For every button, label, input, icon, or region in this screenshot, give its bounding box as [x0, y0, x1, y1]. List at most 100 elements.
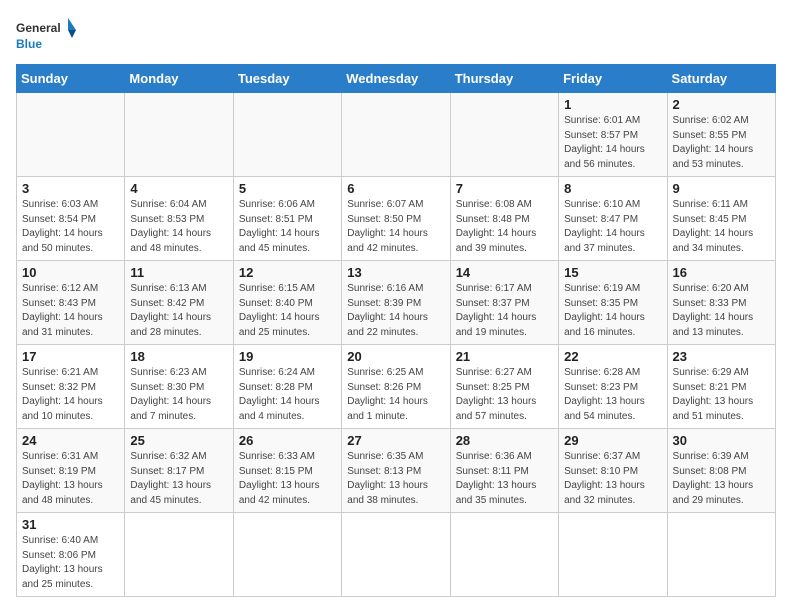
calendar-cell: 3 Sunrise: 6:03 AM Sunset: 8:54 PM Daylig…	[17, 177, 125, 261]
day-info: Sunrise: 6:15 AM Sunset: 8:40 PM Dayligh…	[239, 282, 336, 340]
calendar-cell	[233, 93, 341, 177]
day-info: Sunrise: 6:24 AM Sunset: 8:28 PM Dayligh…	[239, 366, 336, 424]
day-info: Sunrise: 6:35 AM Sunset: 8:13 PM Dayligh…	[347, 450, 444, 508]
calendar-cell: 6Sunrise: 6:07 AM Sunset: 8:50 PM Daylig…	[342, 177, 450, 261]
calendar-cell: 24 Sunrise: 6:31 AM Sunset: 8:19 PM Dayli…	[17, 429, 125, 513]
calendar-cell	[233, 513, 341, 597]
day-info: Sunrise: 6:11 AM Sunset: 8:45 PM Dayligh…	[673, 198, 770, 256]
day-number: 18	[130, 349, 227, 364]
week-row-0: 1 Sunrise: 6:01 AM Sunset: 8:57 PM Daylig…	[17, 93, 776, 177]
calendar-cell: 2 Sunrise: 6:02 AM Sunset: 8:55 PM Daylig…	[667, 93, 775, 177]
calendar-table: SundayMondayTuesdayWednesdayThursdayFrid…	[16, 64, 776, 597]
day-info: Sunrise: 6:12 AM Sunset: 8:43 PM Dayligh…	[22, 282, 119, 340]
day-info: Sunrise: 6:01 AM Sunset: 8:57 PM Dayligh…	[564, 114, 661, 172]
generalblue-logo: General Blue	[16, 16, 76, 56]
calendar-cell: 8 Sunrise: 6:10 AM Sunset: 8:47 PM Daylig…	[559, 177, 667, 261]
day-info: Sunrise: 6:27 AM Sunset: 8:25 PM Dayligh…	[456, 366, 553, 424]
week-row-3: 17Sunrise: 6:21 AM Sunset: 8:32 PM Dayli…	[17, 345, 776, 429]
calendar-cell: 12 Sunrise: 6:15 AM Sunset: 8:40 PM Dayli…	[233, 261, 341, 345]
day-info: Sunrise: 6:21 AM Sunset: 8:32 PM Dayligh…	[22, 366, 119, 424]
calendar-cell: 31 Sunrise: 6:40 AM Sunset: 8:06 PM Dayli…	[17, 513, 125, 597]
calendar-cell: 27 Sunrise: 6:35 AM Sunset: 8:13 PM Dayli…	[342, 429, 450, 513]
week-row-5: 31 Sunrise: 6:40 AM Sunset: 8:06 PM Dayli…	[17, 513, 776, 597]
weekday-header-row: SundayMondayTuesdayWednesdayThursdayFrid…	[17, 65, 776, 93]
day-number: 11	[130, 265, 227, 280]
calendar-cell: 21Sunrise: 6:27 AM Sunset: 8:25 PM Dayli…	[450, 345, 558, 429]
calendar-cell: 25 Sunrise: 6:32 AM Sunset: 8:17 PM Dayli…	[125, 429, 233, 513]
calendar-cell: 11 Sunrise: 6:13 AM Sunset: 8:42 PM Dayli…	[125, 261, 233, 345]
calendar-cell: 20Sunrise: 6:25 AM Sunset: 8:26 PM Dayli…	[342, 345, 450, 429]
day-number: 31	[22, 517, 119, 532]
calendar-cell	[450, 513, 558, 597]
day-info: Sunrise: 6:10 AM Sunset: 8:47 PM Dayligh…	[564, 198, 661, 256]
day-number: 14	[456, 265, 553, 280]
day-number: 10	[22, 265, 119, 280]
day-info: Sunrise: 6:29 AM Sunset: 8:21 PM Dayligh…	[673, 366, 770, 424]
day-info: Sunrise: 6:07 AM Sunset: 8:50 PM Dayligh…	[347, 198, 444, 256]
calendar-cell: 26 Sunrise: 6:33 AM Sunset: 8:15 PM Dayli…	[233, 429, 341, 513]
page-header: General Blue	[16, 16, 776, 56]
weekday-header-monday: Monday	[125, 65, 233, 93]
day-info: Sunrise: 6:16 AM Sunset: 8:39 PM Dayligh…	[347, 282, 444, 340]
calendar-cell: 30Sunrise: 6:39 AM Sunset: 8:08 PM Dayli…	[667, 429, 775, 513]
calendar-cell: 14 Sunrise: 6:17 AM Sunset: 8:37 PM Dayli…	[450, 261, 558, 345]
day-number: 30	[673, 433, 770, 448]
day-info: Sunrise: 6:13 AM Sunset: 8:42 PM Dayligh…	[130, 282, 227, 340]
day-number: 24	[22, 433, 119, 448]
calendar-cell	[450, 93, 558, 177]
day-number: 7	[456, 181, 553, 196]
day-number: 4	[130, 181, 227, 196]
day-number: 8	[564, 181, 661, 196]
calendar-cell	[125, 93, 233, 177]
calendar-cell: 7Sunrise: 6:08 AM Sunset: 8:48 PM Daylig…	[450, 177, 558, 261]
calendar-cell: 1 Sunrise: 6:01 AM Sunset: 8:57 PM Daylig…	[559, 93, 667, 177]
day-info: Sunrise: 6:19 AM Sunset: 8:35 PM Dayligh…	[564, 282, 661, 340]
weekday-header-sunday: Sunday	[17, 65, 125, 93]
calendar-cell: 18Sunrise: 6:23 AM Sunset: 8:30 PM Dayli…	[125, 345, 233, 429]
day-number: 19	[239, 349, 336, 364]
day-number: 9	[673, 181, 770, 196]
day-number: 28	[456, 433, 553, 448]
day-info: Sunrise: 6:37 AM Sunset: 8:10 PM Dayligh…	[564, 450, 661, 508]
logo: General Blue	[16, 16, 76, 56]
day-number: 25	[130, 433, 227, 448]
day-info: Sunrise: 6:32 AM Sunset: 8:17 PM Dayligh…	[130, 450, 227, 508]
day-info: Sunrise: 6:20 AM Sunset: 8:33 PM Dayligh…	[673, 282, 770, 340]
calendar-cell	[342, 93, 450, 177]
day-number: 29	[564, 433, 661, 448]
day-number: 26	[239, 433, 336, 448]
calendar-cell: 19 Sunrise: 6:24 AM Sunset: 8:28 PM Dayli…	[233, 345, 341, 429]
calendar-cell	[667, 513, 775, 597]
calendar-cell: 4 Sunrise: 6:04 AM Sunset: 8:53 PM Daylig…	[125, 177, 233, 261]
calendar-cell	[17, 93, 125, 177]
day-number: 13	[347, 265, 444, 280]
svg-text:Blue: Blue	[16, 37, 42, 51]
day-info: Sunrise: 6:02 AM Sunset: 8:55 PM Dayligh…	[673, 114, 770, 172]
calendar-cell: 9 Sunrise: 6:11 AM Sunset: 8:45 PM Daylig…	[667, 177, 775, 261]
weekday-header-wednesday: Wednesday	[342, 65, 450, 93]
calendar-cell: 29 Sunrise: 6:37 AM Sunset: 8:10 PM Dayli…	[559, 429, 667, 513]
day-info: Sunrise: 6:17 AM Sunset: 8:37 PM Dayligh…	[456, 282, 553, 340]
day-number: 3	[22, 181, 119, 196]
day-info: Sunrise: 6:31 AM Sunset: 8:19 PM Dayligh…	[22, 450, 119, 508]
calendar-cell: 5Sunrise: 6:06 AM Sunset: 8:51 PM Daylig…	[233, 177, 341, 261]
day-number: 5	[239, 181, 336, 196]
day-number: 1	[564, 97, 661, 112]
day-number: 2	[673, 97, 770, 112]
week-row-1: 3 Sunrise: 6:03 AM Sunset: 8:54 PM Daylig…	[17, 177, 776, 261]
week-row-4: 24 Sunrise: 6:31 AM Sunset: 8:19 PM Dayli…	[17, 429, 776, 513]
calendar-cell: 10 Sunrise: 6:12 AM Sunset: 8:43 PM Dayli…	[17, 261, 125, 345]
week-row-2: 10 Sunrise: 6:12 AM Sunset: 8:43 PM Dayli…	[17, 261, 776, 345]
calendar-cell: 17Sunrise: 6:21 AM Sunset: 8:32 PM Dayli…	[17, 345, 125, 429]
day-number: 15	[564, 265, 661, 280]
calendar-cell: 13 Sunrise: 6:16 AM Sunset: 8:39 PM Dayli…	[342, 261, 450, 345]
day-info: Sunrise: 6:33 AM Sunset: 8:15 PM Dayligh…	[239, 450, 336, 508]
day-info: Sunrise: 6:03 AM Sunset: 8:54 PM Dayligh…	[22, 198, 119, 256]
day-info: Sunrise: 6:40 AM Sunset: 8:06 PM Dayligh…	[22, 534, 119, 592]
day-number: 12	[239, 265, 336, 280]
day-info: Sunrise: 6:04 AM Sunset: 8:53 PM Dayligh…	[130, 198, 227, 256]
day-number: 23	[673, 349, 770, 364]
calendar-cell: 15 Sunrise: 6:19 AM Sunset: 8:35 PM Dayli…	[559, 261, 667, 345]
day-info: Sunrise: 6:25 AM Sunset: 8:26 PM Dayligh…	[347, 366, 444, 424]
day-number: 27	[347, 433, 444, 448]
